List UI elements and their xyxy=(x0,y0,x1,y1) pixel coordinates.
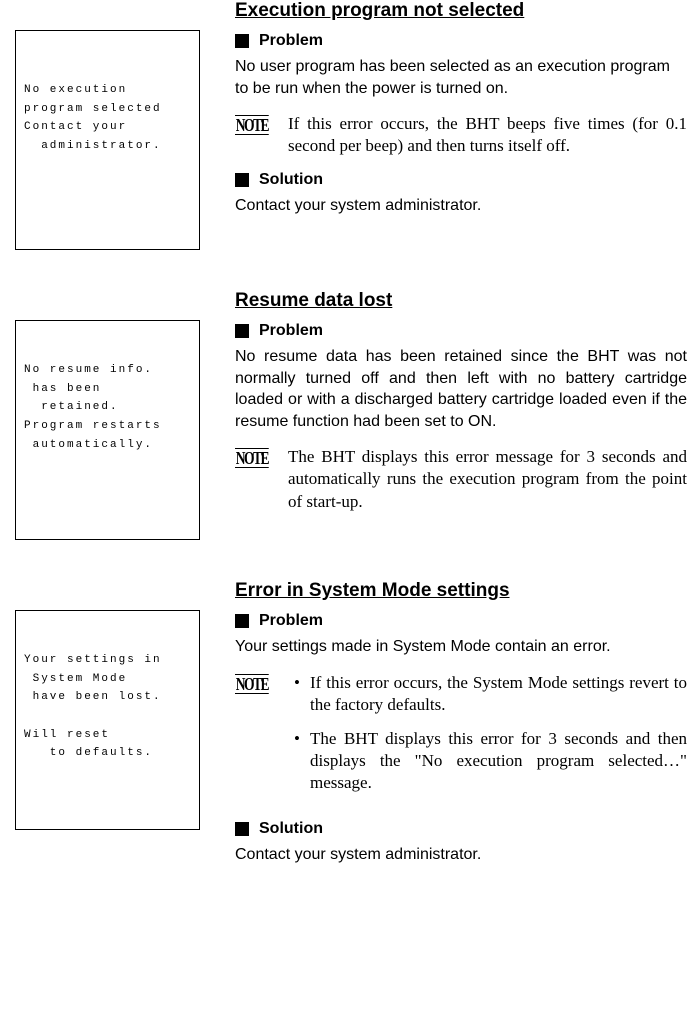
note-bullet: If this error occurs, the System Mode se… xyxy=(300,672,687,716)
content-column: Error in System Mode settings Problem Yo… xyxy=(220,580,687,880)
note-row: NOTE If this error occurs, the System Mo… xyxy=(235,672,687,806)
content-column: Resume data lost Problem No resume data … xyxy=(220,290,687,527)
note-icon: NOTE xyxy=(235,674,269,694)
solution-text: Contact your system administrator. xyxy=(235,844,687,866)
section-title: Resume data lost xyxy=(235,290,687,312)
bullet-square-icon xyxy=(235,173,249,187)
note-text: If this error occurs, the BHT beeps five… xyxy=(280,113,687,157)
note-icon: NOTE xyxy=(235,115,269,135)
problem-text: No user program has been selected as an … xyxy=(235,56,687,99)
bullet-square-icon xyxy=(235,324,249,338)
note-bullet: The BHT displays this error for 3 second… xyxy=(300,728,687,794)
screen-column: No resume info. has been retained. Progr… xyxy=(15,290,220,540)
section-execution-program: No execution program selected Contact yo… xyxy=(15,0,687,250)
screen-column: No execution program selected Contact yo… xyxy=(15,0,220,250)
device-screen: Your settings in System Mode have been l… xyxy=(15,610,200,830)
section-system-mode-error: Your settings in System Mode have been l… xyxy=(15,580,687,880)
screen-column: Your settings in System Mode have been l… xyxy=(15,580,220,830)
solution-heading: Solution xyxy=(235,171,687,189)
bullet-square-icon xyxy=(235,614,249,628)
bullet-square-icon xyxy=(235,822,249,836)
solution-heading: Solution xyxy=(235,820,687,838)
solution-text: Contact your system administrator. xyxy=(235,195,687,217)
note-icon: NOTE xyxy=(235,448,269,468)
solution-label: Solution xyxy=(259,171,323,189)
device-screen: No resume info. has been retained. Progr… xyxy=(15,320,200,540)
note-row: NOTE If this error occurs, the BHT beeps… xyxy=(235,113,687,157)
problem-heading: Problem xyxy=(235,32,687,50)
device-screen: No execution program selected Contact yo… xyxy=(15,30,200,250)
problem-heading: Problem xyxy=(235,322,687,340)
problem-heading: Problem xyxy=(235,612,687,630)
problem-text: No resume data has been retained since t… xyxy=(235,346,687,432)
content-column: Execution program not selected Problem N… xyxy=(220,0,687,231)
section-title: Error in System Mode settings xyxy=(235,580,687,602)
bullet-square-icon xyxy=(235,34,249,48)
note-text: The BHT displays this error message for … xyxy=(280,446,687,512)
section-resume-data: No resume info. has been retained. Progr… xyxy=(15,290,687,540)
note-bullets: If this error occurs, the System Mode se… xyxy=(280,672,687,806)
solution-label: Solution xyxy=(259,820,323,838)
problem-label: Problem xyxy=(259,32,323,50)
problem-label: Problem xyxy=(259,322,323,340)
section-title: Execution program not selected xyxy=(235,0,687,22)
problem-text: Your settings made in System Mode contai… xyxy=(235,636,687,658)
note-row: NOTE The BHT displays this error message… xyxy=(235,446,687,512)
problem-label: Problem xyxy=(259,612,323,630)
